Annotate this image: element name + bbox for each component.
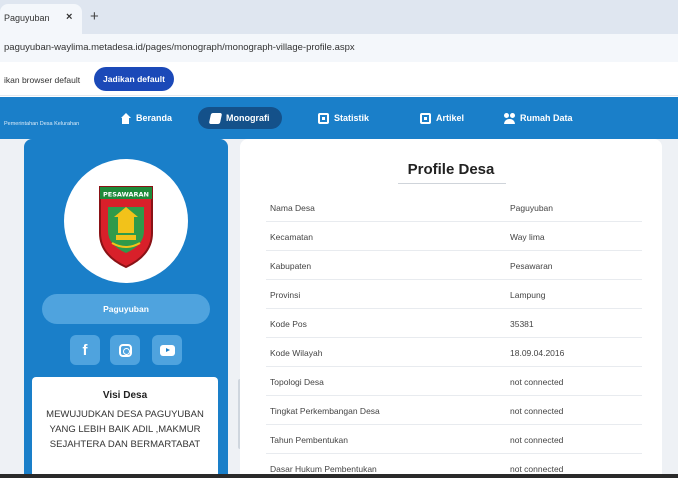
table-row: Kode Pos 35381 [266, 309, 642, 338]
youtube-icon[interactable] [152, 335, 182, 365]
title-divider [398, 183, 506, 184]
article-icon [420, 112, 431, 124]
nav-item-label: Artikel [436, 113, 465, 123]
row-label: Kabupaten [270, 261, 312, 271]
profile-panel: Profile Desa Nama Desa Paguyuban Kecamata… [240, 139, 662, 478]
visi-text: MEWUJUDKAN DESA PAGUYUBAN YANG LEBIH BAI… [46, 409, 204, 450]
new-tab-icon[interactable]: + [90, 8, 99, 25]
table-row: Nama Desa Paguyuban [266, 193, 642, 222]
row-value: Lampung [510, 290, 546, 300]
table-row: Kabupaten Pesawaran [266, 251, 642, 280]
nav-item-label: Rumah Data [520, 113, 573, 123]
nav-item-monografi[interactable]: Monografi [198, 107, 282, 129]
nav-item-label: Beranda [136, 113, 173, 123]
village-sidebar: PESAWARAN Paguyuban f Visi Desa MEWUJUDK… [24, 139, 242, 478]
row-label: Kode Wilayah [270, 348, 323, 358]
set-default-button[interactable]: Jadikan default [94, 67, 174, 91]
facebook-icon[interactable]: f [70, 335, 100, 365]
row-label: Nama Desa [270, 203, 315, 213]
row-label: Tahun Pembentukan [270, 435, 348, 445]
row-value: not connected [510, 406, 564, 416]
nav-item-label: Statistik [334, 113, 370, 123]
row-value: not connected [510, 435, 564, 445]
screen-edge [0, 474, 678, 478]
row-label: Topologi Desa [270, 377, 324, 387]
row-label: Dasar Hukum Pembentukan [270, 464, 377, 474]
users-icon [504, 112, 515, 124]
village-logo: PESAWARAN [64, 159, 188, 283]
close-tab-icon[interactable]: × [66, 11, 72, 23]
nav-brand[interactable]: Pemerintahan Desa Kelurahan [4, 121, 79, 127]
chart-icon [318, 112, 329, 124]
browser-tab[interactable]: Paguyuban × [0, 4, 82, 34]
home-icon [120, 112, 131, 124]
nav-item-artikel[interactable]: Artikel [420, 107, 464, 129]
nav-item-statistik[interactable]: Statistik [318, 107, 369, 129]
profile-table: Nama Desa Paguyuban Kecamatan Way lima Kab… [266, 193, 642, 478]
nav-item-rumah-data[interactable]: Rumah Data [504, 107, 573, 129]
site-navbar: Pemerintahan Desa Kelurahan Beranda Mono… [0, 97, 678, 139]
row-value: 18.09.04.2016 [510, 348, 565, 358]
row-value: Way lima [510, 232, 545, 242]
page-body: PESAWARAN Paguyuban f Visi Desa MEWUJUDK… [0, 139, 678, 478]
row-value: Pesawaran [510, 261, 553, 271]
row-label: Kecamatan [270, 232, 313, 242]
table-row: Tahun Pembentukan not connected [266, 425, 642, 454]
url-text[interactable]: paguyuban-waylima.metadesa.id/pages/mono… [4, 42, 355, 53]
book-icon [208, 112, 223, 124]
page-title: Profile Desa [407, 161, 495, 178]
crest-text: PESAWARAN [103, 191, 149, 199]
nav-item-beranda[interactable]: Beranda [120, 107, 172, 129]
visi-title: Visi Desa [102, 390, 148, 401]
row-value: not connected [510, 464, 564, 474]
tab-title: Paguyuban [4, 13, 50, 23]
nav-item-label: Monografi [226, 113, 270, 123]
table-row: Topologi Desa not connected [266, 367, 642, 396]
village-name-pill: Paguyuban [42, 294, 210, 324]
table-row: Provinsi Lampung [266, 280, 642, 309]
tab-strip: Paguyuban × + [0, 0, 678, 34]
table-row: Kode Wilayah 18.09.04.2016 [266, 338, 642, 367]
row-label: Kode Pos [270, 319, 307, 329]
default-browser-infobar: ikan browser default Jadikan default [0, 62, 678, 96]
row-label: Tingkat Perkembangan Desa [270, 406, 380, 416]
row-value: not connected [510, 377, 564, 387]
table-row: Kecamatan Way lima [266, 222, 642, 251]
table-row: Tingkat Perkembangan Desa not connected [266, 396, 642, 425]
visi-card: Visi Desa MEWUJUDKAN DESA PAGUYUBAN YANG… [32, 377, 218, 478]
address-bar[interactable]: paguyuban-waylima.metadesa.id/pages/mono… [0, 34, 678, 62]
pesawaran-crest-icon: PESAWARAN [99, 186, 153, 269]
row-label: Provinsi [270, 290, 301, 300]
infobar-text: ikan browser default [4, 75, 81, 85]
row-value: 35381 [510, 319, 534, 329]
instagram-icon[interactable] [110, 335, 140, 365]
browser-window: Paguyuban × + paguyuban-waylima.metadesa… [0, 0, 678, 478]
row-value: Paguyuban [510, 203, 554, 213]
